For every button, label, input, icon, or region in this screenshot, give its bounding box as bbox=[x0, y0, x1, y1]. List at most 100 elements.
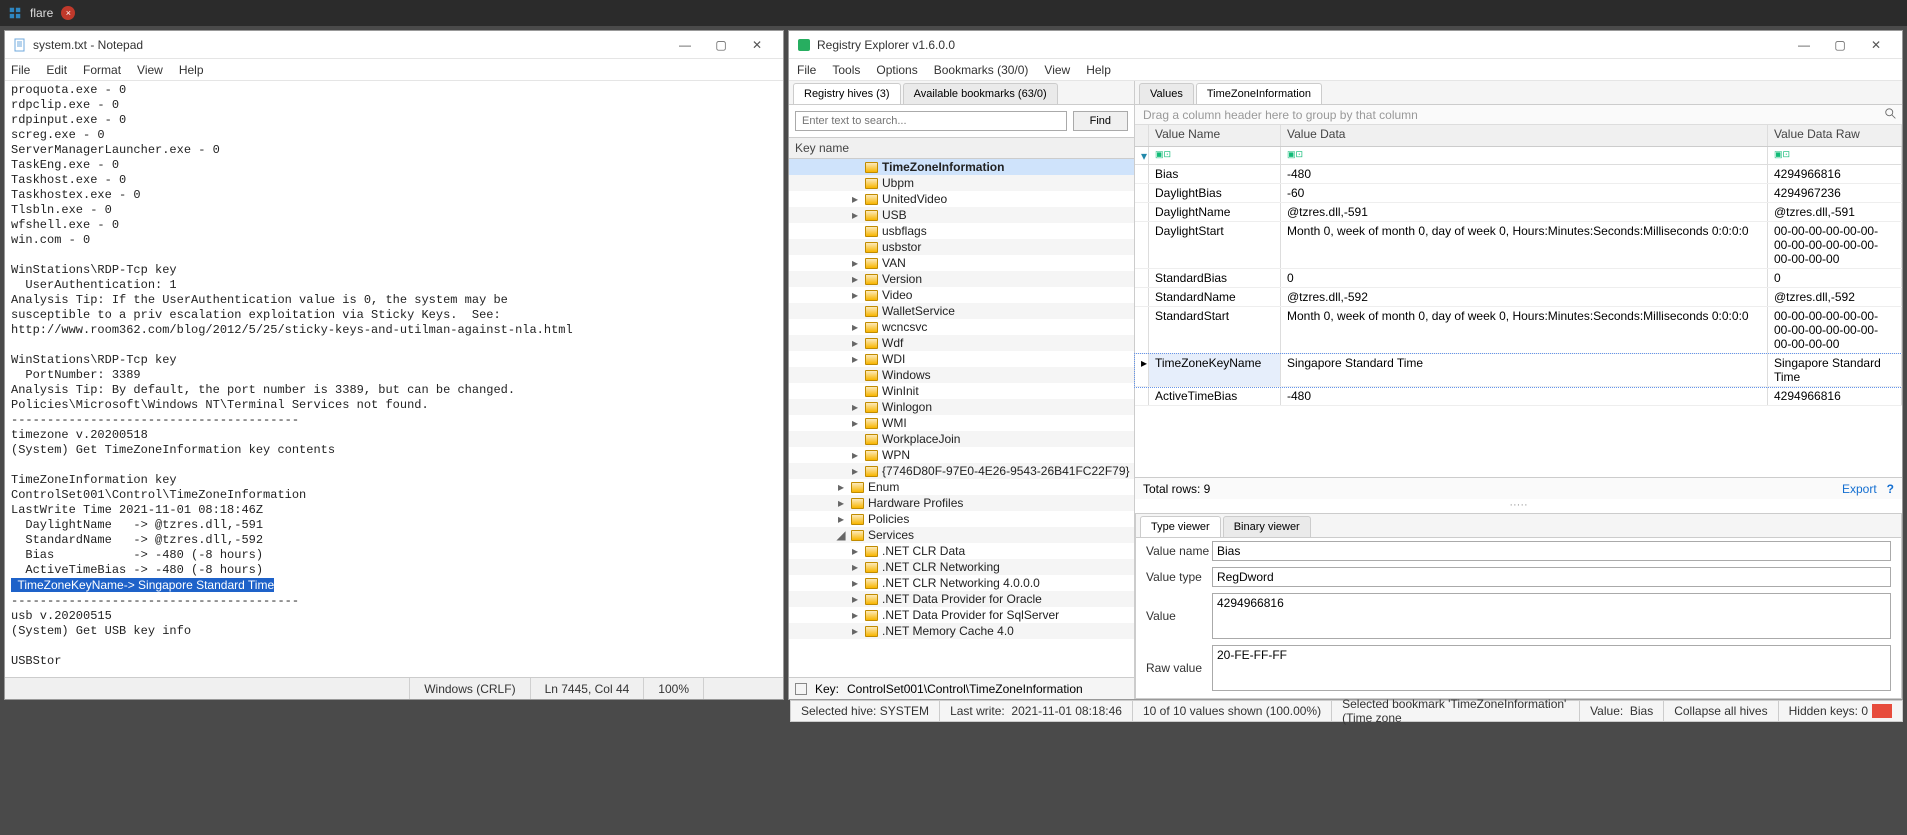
col-value-name[interactable]: Value Name bbox=[1149, 125, 1281, 146]
expand-icon[interactable]: ▸ bbox=[849, 320, 861, 334]
tree-row[interactable]: ▸Hardware Profiles bbox=[789, 495, 1134, 511]
tree-row[interactable]: ▸.NET Data Provider for SqlServer bbox=[789, 607, 1134, 623]
notepad-text-area[interactable]: proquota.exe - 0 rdpclip.exe - 0 rdpinpu… bbox=[5, 81, 783, 677]
value-row[interactable]: ▸TimeZoneKeyNameSingapore Standard TimeS… bbox=[1135, 354, 1902, 387]
expand-icon[interactable]: ▸ bbox=[835, 480, 847, 494]
registry-tree[interactable]: TimeZoneInformationUbpm▸UnitedVideo▸USBu… bbox=[789, 159, 1134, 677]
tree-row[interactable]: ▸.NET Memory Cache 4.0 bbox=[789, 623, 1134, 639]
menu-help[interactable]: Help bbox=[1086, 63, 1111, 77]
menu-file[interactable]: File bbox=[797, 63, 816, 77]
maximize-button[interactable]: ▢ bbox=[1822, 33, 1858, 57]
expand-icon[interactable]: ▸ bbox=[849, 624, 861, 638]
expand-icon[interactable]: ▸ bbox=[849, 544, 861, 558]
expand-icon[interactable]: ▸ bbox=[849, 192, 861, 206]
expand-icon[interactable]: ▸ bbox=[849, 448, 861, 462]
tree-row[interactable]: ▸.NET CLR Networking bbox=[789, 559, 1134, 575]
tree-row[interactable]: ▸WMI bbox=[789, 415, 1134, 431]
tab-registry-hives[interactable]: Registry hives (3) bbox=[793, 83, 901, 104]
tree-row[interactable]: WinInit bbox=[789, 383, 1134, 399]
key-checkbox[interactable] bbox=[795, 683, 807, 695]
tree-row[interactable]: ▸Winlogon bbox=[789, 399, 1134, 415]
help-icon[interactable]: ? bbox=[1887, 482, 1894, 496]
tab-available-bookmarks[interactable]: Available bookmarks (63/0) bbox=[903, 83, 1058, 104]
tree-row[interactable]: ▸.NET CLR Networking 4.0.0.0 bbox=[789, 575, 1134, 591]
group-banner[interactable]: Drag a column header here to group by th… bbox=[1135, 105, 1902, 125]
raw-value-field[interactable]: 20-FE-FF-FF bbox=[1212, 645, 1891, 691]
minimize-button[interactable]: — bbox=[1786, 33, 1822, 57]
tree-row[interactable]: WalletService bbox=[789, 303, 1134, 319]
menu-format[interactable]: Format bbox=[83, 63, 121, 77]
tree-row[interactable]: ▸WDI bbox=[789, 351, 1134, 367]
value-row[interactable]: DaylightStartMonth 0, week of month 0, d… bbox=[1135, 222, 1902, 269]
tree-row[interactable]: ▸{7746D80F-97E0-4E26-9543-26B41FC22F79} bbox=[789, 463, 1134, 479]
tree-row[interactable]: Ubpm bbox=[789, 175, 1134, 191]
close-button[interactable]: ✕ bbox=[739, 33, 775, 57]
expand-icon[interactable]: ▸ bbox=[835, 512, 847, 526]
tree-row[interactable]: ▸Enum bbox=[789, 479, 1134, 495]
expand-icon[interactable]: ▸ bbox=[849, 464, 861, 478]
tree-row[interactable]: ▸Version bbox=[789, 271, 1134, 287]
tree-row[interactable]: ▸Video bbox=[789, 287, 1134, 303]
tree-row[interactable]: usbflags bbox=[789, 223, 1134, 239]
tree-row[interactable]: ▸VAN bbox=[789, 255, 1134, 271]
expand-icon[interactable]: ▸ bbox=[849, 608, 861, 622]
expand-icon[interactable]: ▸ bbox=[849, 592, 861, 606]
filter-row[interactable]: ▾ ▣⊡ ▣⊡ ▣⊡ bbox=[1135, 147, 1902, 165]
search-icon[interactable] bbox=[1884, 107, 1898, 121]
taskbar-app-title[interactable]: flare bbox=[30, 6, 53, 20]
tree-row[interactable]: usbstor bbox=[789, 239, 1134, 255]
tree-row[interactable]: TimeZoneInformation bbox=[789, 159, 1134, 175]
expand-icon[interactable]: ▸ bbox=[849, 400, 861, 414]
expand-icon[interactable]: ▸ bbox=[835, 496, 847, 510]
col-value-data-raw[interactable]: Value Data Raw bbox=[1768, 125, 1902, 146]
tree-row[interactable]: WorkplaceJoin bbox=[789, 431, 1134, 447]
search-input[interactable] bbox=[795, 111, 1067, 131]
maximize-button[interactable]: ▢ bbox=[703, 33, 739, 57]
value-row[interactable]: Bias-4804294966816 bbox=[1135, 165, 1902, 184]
splitter[interactable]: ····· bbox=[1135, 499, 1902, 513]
value-row[interactable]: ActiveTimeBias-4804294966816 bbox=[1135, 387, 1902, 406]
expand-icon[interactable]: ▸ bbox=[849, 272, 861, 286]
tree-row[interactable]: ▸Policies bbox=[789, 511, 1134, 527]
expand-icon[interactable]: ▸ bbox=[849, 256, 861, 270]
menu-view[interactable]: View bbox=[137, 63, 163, 77]
value-grid[interactable]: Bias-4804294966816DaylightBias-604294967… bbox=[1135, 165, 1902, 406]
col-value-data[interactable]: Value Data bbox=[1281, 125, 1768, 146]
value-type-field[interactable]: RegDword bbox=[1212, 567, 1891, 587]
value-row[interactable]: DaylightBias-604294967236 bbox=[1135, 184, 1902, 203]
value-field[interactable]: 4294966816 bbox=[1212, 593, 1891, 639]
menu-help[interactable]: Help bbox=[179, 63, 204, 77]
expand-icon[interactable]: ▸ bbox=[849, 560, 861, 574]
find-button[interactable]: Find bbox=[1073, 111, 1128, 131]
tree-row[interactable]: Windows bbox=[789, 367, 1134, 383]
regexp-titlebar[interactable]: Registry Explorer v1.6.0.0 — ▢ ✕ bbox=[789, 31, 1902, 59]
close-button[interactable]: ✕ bbox=[1858, 33, 1894, 57]
collapse-all-hives[interactable]: Collapse all hives bbox=[1664, 701, 1778, 721]
expand-icon[interactable]: ▸ bbox=[849, 576, 861, 590]
value-row[interactable]: StandardBias00 bbox=[1135, 269, 1902, 288]
value-row[interactable]: StandardName@tzres.dll,-592@tzres.dll,-5… bbox=[1135, 288, 1902, 307]
tab-binary-viewer[interactable]: Binary viewer bbox=[1223, 516, 1311, 537]
keyname-column[interactable]: Key name bbox=[795, 141, 849, 155]
menu-bookmarks[interactable]: Bookmarks (30/0) bbox=[934, 63, 1029, 77]
expand-icon[interactable]: ▸ bbox=[849, 336, 861, 350]
expand-icon[interactable]: ▸ bbox=[849, 352, 861, 366]
expand-icon[interactable]: ▸ bbox=[849, 288, 861, 302]
tree-row[interactable]: ▸.NET Data Provider for Oracle bbox=[789, 591, 1134, 607]
expand-icon[interactable]: ◢ bbox=[835, 528, 847, 542]
tree-row[interactable]: ▸USB bbox=[789, 207, 1134, 223]
menu-edit[interactable]: Edit bbox=[46, 63, 67, 77]
tree-row[interactable]: ▸wcncsvc bbox=[789, 319, 1134, 335]
minimize-button[interactable]: — bbox=[667, 33, 703, 57]
tree-row[interactable]: ▸UnitedVideo bbox=[789, 191, 1134, 207]
tree-row[interactable]: ▸WPN bbox=[789, 447, 1134, 463]
tab-timezoneinformation[interactable]: TimeZoneInformation bbox=[1196, 83, 1322, 104]
value-row[interactable]: DaylightName@tzres.dll,-591@tzres.dll,-5… bbox=[1135, 203, 1902, 222]
value-name-field[interactable]: Bias bbox=[1212, 541, 1891, 561]
tab-type-viewer[interactable]: Type viewer bbox=[1140, 516, 1221, 537]
menu-tools[interactable]: Tools bbox=[832, 63, 860, 77]
export-link[interactable]: Export bbox=[1842, 482, 1877, 496]
menu-options[interactable]: Options bbox=[876, 63, 917, 77]
value-row[interactable]: StandardStartMonth 0, week of month 0, d… bbox=[1135, 307, 1902, 354]
menu-file[interactable]: File bbox=[11, 63, 30, 77]
